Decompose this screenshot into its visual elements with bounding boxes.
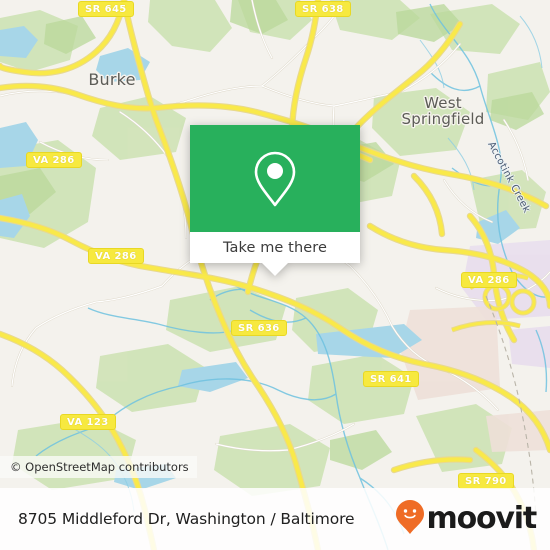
moovit-pin-smiley-icon [395,499,425,540]
popup-card-tail [262,263,288,276]
take-me-there-label: Take me there [222,239,328,256]
highway-shield-sr-638[interactable]: SR 638 [295,1,351,17]
highway-shield-va-123[interactable]: VA 123 [60,414,116,430]
bottom-info-bar: 8705 Middleford Dr, Washington / Baltimo… [0,488,550,550]
location-pin-icon [251,150,299,208]
highway-shield-va-286-east[interactable]: VA 286 [461,272,517,288]
highway-shield-sr-790[interactable]: SR 790 [458,473,514,489]
location-popup-card[interactable]: Take me there [190,125,360,276]
popup-card-header [190,125,360,232]
popup-card-footer[interactable]: Take me there [190,232,360,263]
highway-shield-va-286-west[interactable]: VA 286 [88,248,144,264]
address-label: 8705 Middleford Dr, Washington / Baltimo… [18,510,355,528]
osm-attribution[interactable]: © OpenStreetMap contributors [0,456,197,478]
highway-shield-sr-641[interactable]: SR 641 [363,371,419,387]
moovit-logo[interactable]: moovit [395,499,538,540]
moovit-wordmark: moovit [426,501,538,536]
highway-shield-sr-636[interactable]: SR 636 [231,320,287,336]
highway-shield-va-286-northwest[interactable]: VA 286 [26,152,82,168]
highway-shield-sr-645[interactable]: SR 645 [78,1,134,17]
map-screenshot-root: Burke West Springfield Accotink Creek SR… [0,0,550,550]
